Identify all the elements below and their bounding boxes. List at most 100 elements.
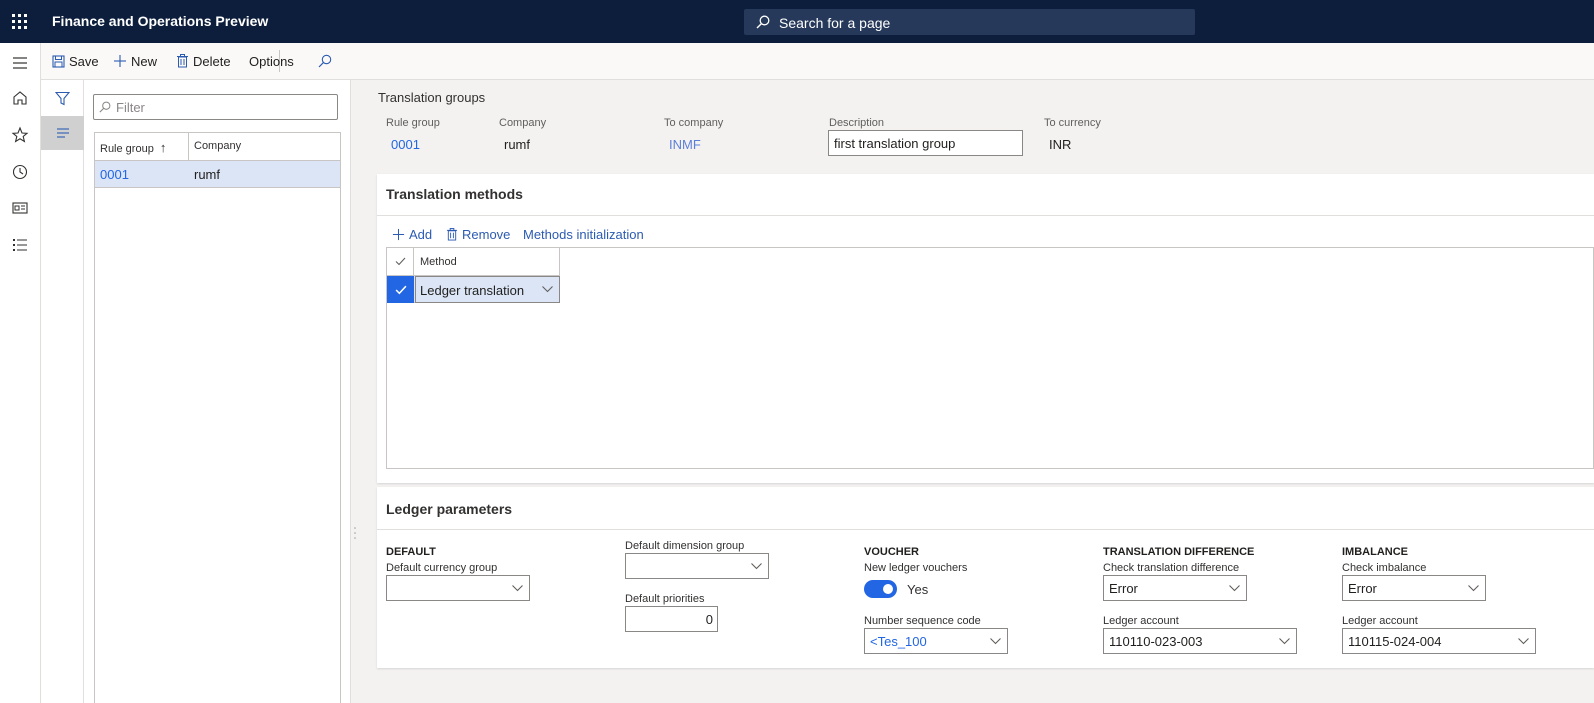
methods-grid-header: Method: [387, 248, 560, 276]
add-label: Add: [409, 226, 433, 242]
search-placeholder: Search for a page: [779, 15, 891, 31]
default-currency-group-dropdown[interactable]: [386, 575, 530, 601]
show-list-button[interactable]: [41, 116, 84, 150]
list-filter-input[interactable]: [116, 97, 331, 117]
check-translation-difference-dropdown[interactable]: Error: [1103, 575, 1247, 601]
save-icon: [52, 54, 65, 68]
save-label: Save: [69, 53, 99, 69]
form-title: Translation groups: [378, 90, 486, 105]
description-field[interactable]: first translation group: [828, 130, 1023, 156]
check-imbalance-dropdown[interactable]: Error: [1342, 575, 1486, 601]
rule-group-field: 0001: [386, 131, 479, 157]
plus-icon: [392, 228, 405, 240]
checkmark-icon: [395, 257, 405, 266]
delete-button[interactable]: Delete: [176, 43, 231, 79]
column-header-rule-group[interactable]: Rule group ↑: [100, 140, 166, 155]
cell-rule-group[interactable]: 0001: [100, 167, 129, 182]
menu-icon[interactable]: [11, 54, 29, 72]
chevron-down-icon: [1518, 638, 1529, 645]
to-company-label: To company: [664, 117, 724, 129]
plus-icon: [114, 55, 126, 67]
check-translation-difference-value: Error: [1109, 581, 1138, 596]
table-row[interactable]: 0001 rumf: [95, 161, 340, 188]
page-search-box[interactable]: Search for a page: [744, 9, 1195, 35]
chevron-down-icon: [512, 585, 523, 592]
remove-method-button[interactable]: Remove: [446, 224, 510, 244]
methods-initialization-button[interactable]: Methods initialization: [523, 224, 644, 244]
app-title: Finance and Operations Preview: [52, 13, 269, 29]
to-currency-label: To currency: [1044, 117, 1101, 129]
imbalance-ledger-account-dropdown[interactable]: 110115-024-004: [1342, 628, 1536, 654]
toolbar-search-button[interactable]: [318, 43, 336, 79]
imbalance-ledger-account-value: 110115-024-004: [1348, 634, 1442, 649]
imbalance-group-header: IMBALANCE: [1342, 546, 1408, 558]
list-pane: Rule group ↑ Company 0001 rumf: [84, 80, 351, 703]
trash-icon: [446, 227, 458, 240]
app-launcher-icon[interactable]: [12, 14, 28, 30]
method-value: Ledger translation: [420, 283, 525, 298]
checkmark-icon: [395, 285, 406, 294]
navigation-rail: [0, 43, 41, 703]
default-dimension-group-dropdown[interactable]: [625, 553, 769, 579]
list-filter-box[interactable]: [93, 94, 338, 120]
sort-ascending-icon: ↑: [159, 140, 167, 155]
ledger-parameters-header[interactable]: Ledger parameters: [386, 501, 512, 517]
workspace-icon[interactable]: [11, 199, 29, 217]
new-button[interactable]: New: [113, 43, 157, 79]
remove-label: Remove: [462, 226, 511, 242]
method-dropdown[interactable]: Ledger translation: [415, 276, 560, 303]
translation-ledger-account-dropdown[interactable]: 110110-023-003: [1103, 628, 1297, 654]
home-icon[interactable]: [11, 89, 29, 107]
voucher-group-header: VOUCHER: [864, 546, 920, 558]
grid-header: Rule group ↑ Company: [95, 133, 340, 161]
section-divider: [377, 215, 1594, 216]
default-priorities-field[interactable]: 0: [625, 606, 718, 632]
chevron-down-icon: [751, 563, 762, 570]
search-icon: [318, 54, 332, 68]
new-ledger-vouchers-label: New ledger vouchers: [864, 562, 968, 574]
number-sequence-code-value[interactable]: <Tes_100: [870, 634, 927, 649]
method-row[interactable]: Ledger translation: [387, 276, 560, 303]
toggle-thumb: [883, 584, 893, 594]
save-button[interactable]: Save: [52, 43, 99, 79]
pane-splitter-handle[interactable]: [353, 525, 357, 541]
filter-button[interactable]: [41, 81, 84, 115]
star-icon[interactable]: [11, 126, 29, 144]
clock-icon[interactable]: [11, 163, 29, 181]
section-divider: [377, 529, 1594, 530]
options-label: Options: [249, 53, 294, 69]
company-label: Company: [499, 117, 547, 129]
number-sequence-code-label: Number sequence code: [864, 615, 981, 627]
translation-difference-group-header: TRANSLATION DIFFERENCE: [1103, 546, 1255, 558]
to-currency-field: INR: [1044, 131, 1136, 157]
ledger-parameters-section: Ledger parameters DEFAULT Default curren…: [377, 487, 1594, 668]
options-button[interactable]: Options: [249, 43, 294, 79]
action-pane: Save New Delete Options: [41, 43, 1594, 80]
add-method-button[interactable]: Add: [392, 224, 432, 244]
chevron-down-icon: [990, 638, 1001, 645]
column-divider: [188, 133, 189, 161]
check-translation-difference-label: Check translation difference: [1103, 562, 1240, 574]
select-all-checkbox[interactable]: [387, 248, 414, 275]
search-icon: [756, 15, 770, 29]
methods-grid: Method Ledger translation: [386, 247, 1594, 469]
list-icon[interactable]: [11, 236, 29, 254]
to-company-field[interactable]: INMF: [664, 131, 808, 157]
default-group-header: DEFAULT: [386, 546, 436, 558]
new-ledger-vouchers-toggle[interactable]: [864, 580, 897, 598]
column-header-method[interactable]: Method: [420, 256, 457, 268]
column-header-company[interactable]: Company: [194, 140, 241, 152]
translation-ledger-account-value: 110110-023-003: [1109, 634, 1203, 649]
new-ledger-vouchers-value: Yes: [907, 582, 929, 597]
row-select-checkbox[interactable]: [387, 276, 414, 303]
rule-group-label: Rule group: [386, 117, 440, 129]
methods-initialization-label: Methods initialization: [523, 226, 644, 242]
translation-methods-header[interactable]: Translation methods: [386, 186, 523, 202]
new-label: New: [131, 53, 158, 69]
filter-icon: [55, 91, 70, 105]
default-dimension-group-label: Default dimension group: [625, 540, 745, 552]
description-label: Description: [829, 117, 885, 129]
chevron-down-icon: [1279, 638, 1290, 645]
default-priorities-label: Default priorities: [625, 593, 705, 605]
number-sequence-code-dropdown[interactable]: <Tes_100: [864, 628, 1008, 654]
